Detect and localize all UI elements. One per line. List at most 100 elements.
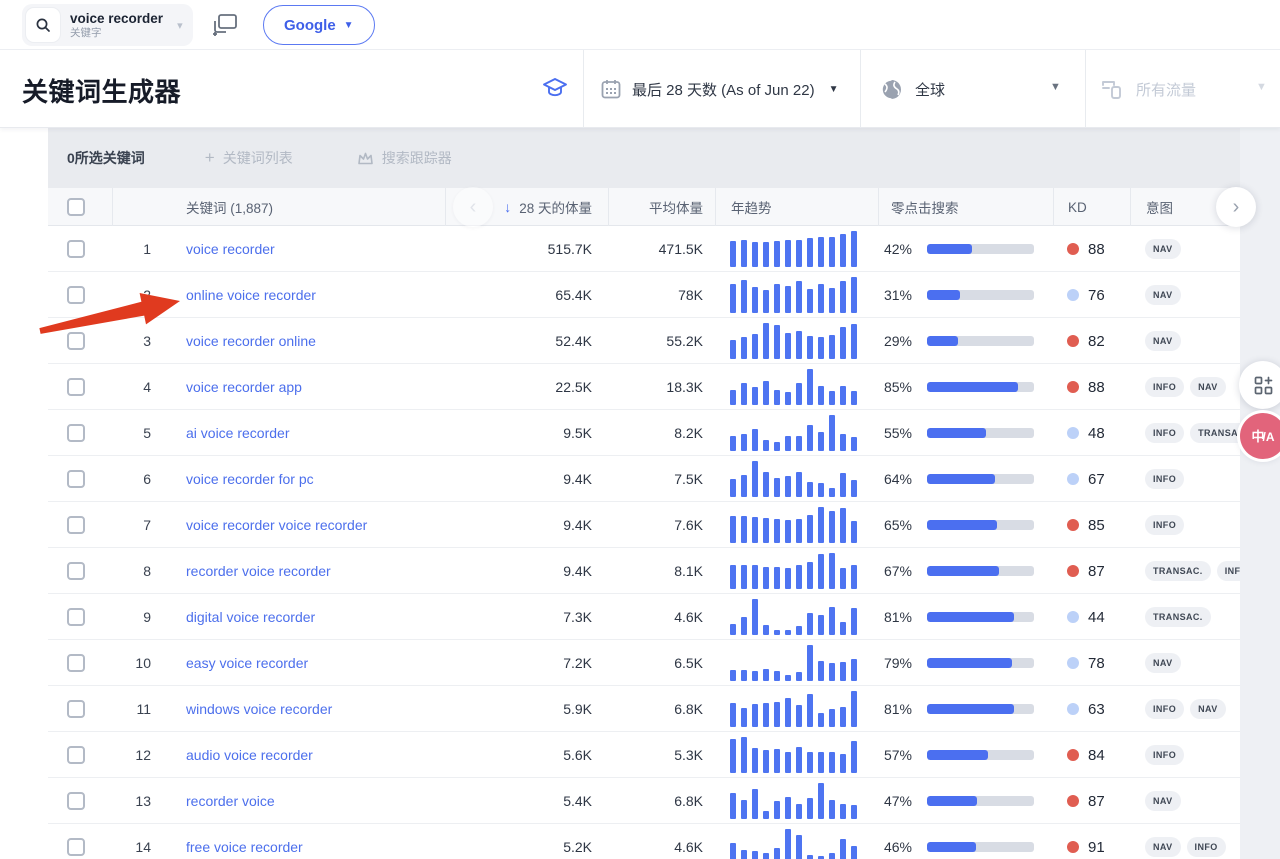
crown-icon: [357, 151, 374, 166]
kd-value: 44: [1088, 609, 1105, 626]
keyword-checkbox[interactable]: [67, 562, 85, 580]
zero-click-bar: [927, 474, 1034, 484]
intent-cell: INFONAV: [1130, 686, 1240, 732]
keyword-search-box[interactable]: voice recorder 关键字 ▾: [22, 4, 193, 46]
avg-volume-cell: 7.5K: [608, 456, 715, 502]
avg-volume-cell: 4.6K: [608, 824, 715, 859]
region-selector[interactable]: 全球: [880, 50, 945, 128]
keyword-link[interactable]: voice recorder: [186, 241, 275, 257]
keyword-link[interactable]: voice recorder for pc: [186, 471, 314, 487]
search-tracker-button[interactable]: 搜索跟踪器: [357, 148, 452, 168]
intent-badge: TRANSAC.: [1145, 607, 1211, 627]
kd-column-header[interactable]: KD: [1053, 188, 1130, 226]
zero-click-bar: [927, 842, 1034, 852]
keyword-cell: voice recorder online: [165, 318, 445, 364]
table-row: 2online voice recorder65.4K78K31%76NAV: [48, 272, 1240, 318]
keyword-link[interactable]: windows voice recorder: [186, 701, 332, 717]
tutorial-graduation-cap-icon[interactable]: [542, 76, 568, 105]
date-range-selector[interactable]: 最后 28 天数 (As of Jun 22) ▼: [600, 50, 838, 128]
scroll-columns-left-button[interactable]: ‹: [453, 187, 493, 227]
zero-click-percent: 42%: [874, 241, 912, 257]
keyword-link[interactable]: free voice recorder: [186, 839, 303, 855]
translate-extension-button[interactable]: 中/A: [1240, 413, 1280, 459]
scroll-columns-right-button[interactable]: ›: [1216, 187, 1256, 227]
all-traffic-devices-icon: [1100, 77, 1124, 101]
zero-click-bar: [927, 704, 1034, 714]
kd-cell: 44: [1053, 594, 1130, 640]
screenshot-extension-button[interactable]: [1239, 361, 1280, 409]
intent-cell: NAV: [1130, 272, 1240, 318]
keyword-link[interactable]: easy voice recorder: [186, 655, 308, 671]
zero-click-bar: [927, 566, 1034, 576]
intent-badge: NAV: [1145, 239, 1181, 259]
caret-down-icon[interactable]: ▼: [1050, 81, 1061, 93]
select-all-checkbox[interactable]: [67, 198, 85, 216]
yearly-trend-sparkline: [730, 415, 857, 451]
volume-28d-value: 7.3K: [563, 609, 592, 625]
zero-click-percent: 65%: [874, 517, 912, 533]
keyword-link[interactable]: recorder voice recorder: [186, 563, 331, 579]
avg-volume-cell: 6.8K: [608, 686, 715, 732]
keyword-link[interactable]: recorder voice: [186, 793, 275, 809]
keyword-checkbox[interactable]: [67, 516, 85, 534]
keyword-checkbox[interactable]: [67, 792, 85, 810]
kd-value: 88: [1088, 241, 1105, 258]
intent-badge: NAV: [1145, 653, 1181, 673]
keyword-link[interactable]: voice recorder voice recorder: [186, 517, 367, 533]
avg-volume-cell: 55.2K: [608, 318, 715, 364]
row-checkbox-cell: [48, 732, 112, 778]
trend-column-header[interactable]: 年趋势: [715, 188, 878, 226]
kd-difficulty-dot: [1067, 565, 1079, 577]
kd-value: 87: [1088, 793, 1105, 810]
avg-volume-value: 6.5K: [674, 655, 703, 671]
keyword-checkbox[interactable]: [67, 332, 85, 350]
keyword-link[interactable]: digital voice recorder: [186, 609, 315, 625]
keyword-link[interactable]: voice recorder online: [186, 333, 316, 349]
intent-badge: INFO: [1145, 515, 1184, 535]
keyword-link[interactable]: online voice recorder: [186, 287, 316, 303]
search-icon: [26, 8, 60, 42]
keyword-column-header[interactable]: 关键词 (1,887): [165, 188, 445, 226]
trend-cell: [715, 732, 878, 778]
keyword-checkbox[interactable]: [67, 654, 85, 672]
add-comparison-button[interactable]: [212, 12, 240, 43]
avg-volume-value: 8.2K: [674, 425, 703, 441]
table-row: 12audio voice recorder5.6K5.3K57%84INFO: [48, 732, 1240, 778]
keyword-checkbox[interactable]: [67, 700, 85, 718]
keyword-link[interactable]: ai voice recorder: [186, 425, 290, 441]
keyword-link[interactable]: voice recorder app: [186, 379, 302, 395]
search-engine-selector[interactable]: Google ▼: [263, 5, 375, 45]
table-row: 10easy voice recorder7.2K6.5K79%78NAV: [48, 640, 1240, 686]
rank-number: 11: [136, 701, 151, 717]
zero-click-bar: [927, 612, 1034, 622]
volume-28d-cell: 65.4K: [445, 272, 608, 318]
keyword-checkbox[interactable]: [67, 746, 85, 764]
keyword-cell: online voice recorder: [165, 272, 445, 318]
caret-down-icon: ▼: [1256, 81, 1267, 93]
zero-click-cell: 47%: [878, 778, 1053, 824]
kd-cell: 48: [1053, 410, 1130, 456]
zero-click-column-header[interactable]: 零点击搜索: [878, 188, 1053, 226]
keyword-checkbox[interactable]: [67, 470, 85, 488]
keyword-checkbox[interactable]: [67, 424, 85, 442]
add-to-keyword-list-button[interactable]: + 关键词列表: [205, 148, 293, 168]
volume-28d-value: 65.4K: [555, 287, 592, 303]
intent-cell: INFONAV: [1130, 364, 1240, 410]
rank-cell: 5: [112, 410, 165, 456]
zero-click-cell: 64%: [878, 456, 1053, 502]
volume-28d-value: 5.4K: [563, 793, 592, 809]
keyword-checkbox[interactable]: [67, 240, 85, 258]
row-checkbox-cell: [48, 502, 112, 548]
avg-volume-cell: 6.8K: [608, 778, 715, 824]
rank-number: 14: [135, 839, 151, 855]
row-checkbox-cell: [48, 594, 112, 640]
volume-28d-cell: 9.4K: [445, 502, 608, 548]
volume-28d-cell: 52.4K: [445, 318, 608, 364]
keyword-checkbox[interactable]: [67, 286, 85, 304]
avg-volume-column-header[interactable]: 平均体量: [608, 188, 715, 226]
avg-volume-value: 18.3K: [666, 379, 703, 395]
keyword-checkbox[interactable]: [67, 608, 85, 626]
keyword-checkbox[interactable]: [67, 838, 85, 856]
keyword-checkbox[interactable]: [67, 378, 85, 396]
keyword-link[interactable]: audio voice recorder: [186, 747, 313, 763]
